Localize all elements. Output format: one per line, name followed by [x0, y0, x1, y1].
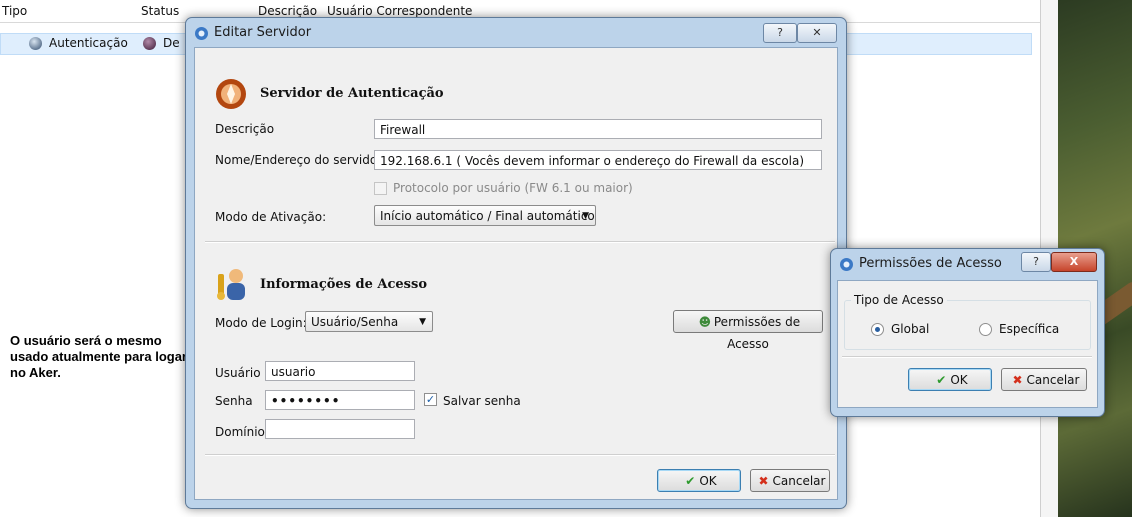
access-info-icon: [217, 269, 245, 300]
radio-global[interactable]: [871, 323, 884, 336]
row-status: De: [163, 36, 180, 50]
auth-server-icon: [216, 79, 246, 109]
column-header-tipo[interactable]: Tipo: [2, 4, 27, 18]
help-button[interactable]: ?: [763, 23, 797, 43]
divider: [205, 241, 835, 243]
row-tipo: Autenticação: [49, 36, 128, 50]
ok-button[interactable]: ✔ OK: [657, 469, 741, 492]
users-icon: ☻: [698, 315, 712, 329]
senha-input[interactable]: ••••••••: [265, 390, 415, 410]
column-header-usuario[interactable]: Usuário Correspondente: [327, 4, 472, 18]
edit-server-dialog: Editar Servidor ? ✕ Servidor de Autentic…: [185, 17, 847, 509]
protocolo-label: Protocolo por usuário (FW 6.1 ou maior): [393, 181, 633, 195]
radio-especifica-label: Específica: [999, 322, 1060, 336]
permissions-dialog: Permissões de Acesso ? X Tipo de Acesso …: [830, 248, 1105, 417]
modo-login-select[interactable]: Usuário/Senha ▼: [305, 311, 433, 332]
dominio-label: Domínio: [215, 425, 265, 439]
dominio-input[interactable]: [265, 419, 415, 439]
status-icon: [143, 37, 156, 50]
divider: [842, 356, 1092, 358]
modo-login-value: Usuário/Senha: [311, 315, 399, 329]
app-icon: [195, 27, 208, 40]
dialog-client-area: Servidor de Autenticação Descrição Firew…: [194, 47, 838, 500]
annotation-note: O usuário será o mesmo usado atualmente …: [10, 333, 200, 381]
perm-ok-label: OK: [950, 373, 968, 387]
close-button[interactable]: X: [1051, 252, 1097, 272]
descricao-input[interactable]: Firewall: [374, 119, 822, 139]
column-header-descricao[interactable]: Descrição: [258, 4, 317, 18]
dialog-title: Editar Servidor: [214, 25, 312, 40]
permissions-title: Permissões de Acesso: [859, 256, 1002, 271]
help-button[interactable]: ?: [1021, 252, 1051, 272]
permissoes-button-label: Permissões de Acesso: [713, 315, 801, 351]
cancel-button-label: Cancelar: [772, 474, 826, 488]
cancel-button[interactable]: ✖ Cancelar: [750, 469, 830, 492]
chevron-down-icon: ▼: [582, 211, 589, 221]
column-header-status[interactable]: Status: [141, 4, 179, 18]
radio-especifica[interactable]: [979, 323, 992, 336]
access-section-title: Informações de Acesso: [260, 277, 427, 292]
modo-ativacao-select[interactable]: Início automático / Final automático ▼: [374, 205, 596, 226]
salvar-senha-checkbox[interactable]: ✓: [424, 393, 437, 406]
nome-input[interactable]: 192.168.6.1 ( Vocês devem informar o end…: [374, 150, 822, 170]
perm-cancel-button[interactable]: ✖ Cancelar: [1001, 368, 1087, 391]
permissoes-button[interactable]: ☻ Permissões de Acesso: [673, 310, 823, 351]
auth-type-icon: [29, 37, 42, 50]
senha-label: Senha: [215, 394, 253, 408]
descricao-label: Descrição: [215, 122, 275, 136]
modo-login-label: Modo de Login:: [215, 316, 307, 330]
divider: [205, 454, 835, 456]
permissions-client-area: Tipo de Acesso Global Específica ✔ OK ✖ Ca…: [837, 280, 1098, 408]
app-icon: [840, 258, 853, 271]
tipo-acesso-group: Tipo de Acesso Global Específica: [844, 293, 1091, 350]
check-icon: ✔: [685, 474, 696, 488]
perm-cancel-label: Cancelar: [1026, 373, 1080, 387]
cancel-x-icon: ✖: [1012, 373, 1023, 387]
protocolo-checkbox[interactable]: [374, 182, 387, 195]
ok-button-label: OK: [699, 474, 717, 488]
cancel-x-icon: ✖: [758, 474, 769, 488]
usuario-input[interactable]: usuario: [265, 361, 415, 381]
tipo-acesso-legend: Tipo de Acesso: [851, 293, 947, 307]
usuario-label: Usuário: [215, 366, 261, 380]
chevron-down-icon: ▼: [419, 317, 426, 327]
check-icon: ✔: [936, 373, 947, 387]
radio-global-label: Global: [891, 322, 930, 336]
modo-ativacao-value: Início automático / Final automático: [380, 209, 595, 223]
close-button[interactable]: ✕: [797, 23, 837, 43]
perm-ok-button[interactable]: ✔ OK: [908, 368, 992, 391]
nome-label: Nome/Endereço do servidor: [215, 153, 383, 167]
modo-ativacao-label: Modo de Ativação:: [215, 210, 327, 224]
salvar-senha-label: Salvar senha: [443, 394, 521, 408]
auth-section-title: Servidor de Autenticação: [260, 86, 444, 101]
